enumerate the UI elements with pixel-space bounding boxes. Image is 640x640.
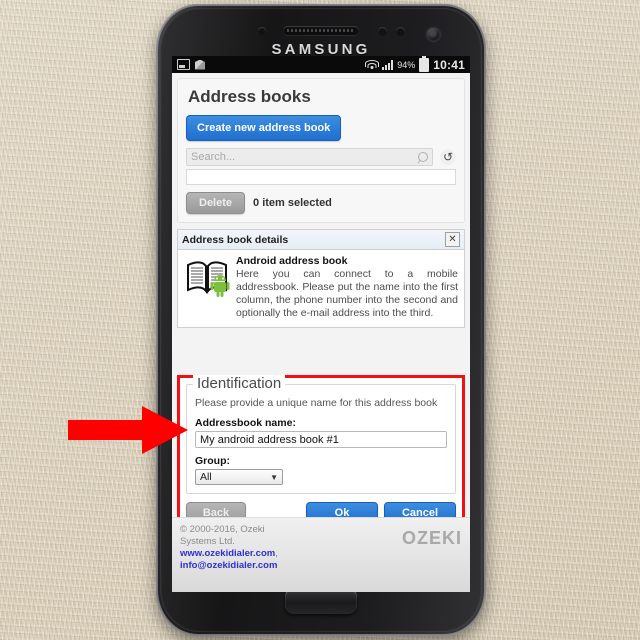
search-input[interactable]: Search... (186, 148, 433, 166)
wifi-icon (365, 59, 380, 70)
copyright-line-1: © 2000-2016, Ozeki (180, 524, 265, 535)
group-label: Group: (195, 455, 230, 468)
screenshot-icon (177, 59, 190, 70)
email-link[interactable]: info@ozekidialer.com (180, 560, 278, 572)
front-camera-icon (427, 28, 440, 41)
status-bar-system: 94% 10:41 (365, 56, 465, 72)
close-icon[interactable]: ✕ (445, 232, 460, 247)
search-row: Search... ↺ (186, 148, 456, 166)
identification-legend: Identification (193, 375, 286, 392)
details-description: Android address book Here you can connec… (236, 255, 458, 321)
address-book-details-panel: Address book details ✕ Android address b… (177, 229, 465, 328)
website-suffix: , (275, 548, 278, 560)
chevron-down-icon: ▼ (270, 472, 278, 482)
addressbook-name-input[interactable]: My android address book #1 (195, 431, 447, 449)
footer-text: © 2000-2016, Ozeki Systems Ltd. www.ozek… (180, 524, 278, 573)
led-indicator-icon (396, 27, 405, 36)
create-new-address-book-button[interactable]: Create new address book (186, 115, 342, 141)
status-bar: 94% 10:41 (172, 56, 470, 73)
details-item-text: Here you can connect to a mobile address… (236, 268, 458, 320)
copyright-line-2: Systems Ltd. (180, 536, 235, 548)
details-body: Android address book Here you can connec… (178, 250, 464, 327)
search-placeholder: Search... (191, 151, 236, 163)
proximity-sensor-icon (258, 27, 266, 35)
earpiece-speaker (283, 26, 359, 35)
search-icon (416, 150, 430, 164)
page-footer: © 2000-2016, Ozeki Systems Ltd. www.ozek… (172, 517, 470, 592)
details-header-title: Address book details (182, 233, 289, 246)
android-address-book-icon (184, 255, 230, 299)
screenshot-root: SAMSUNG 94% 10:41 Address books Create n… (0, 0, 640, 640)
identification-fieldset: Identification Please provide a unique n… (186, 375, 456, 495)
group-select-value: All (200, 471, 212, 484)
details-item-title: Android address book (236, 255, 348, 267)
delete-button[interactable]: Delete (186, 192, 246, 214)
ozeki-logo: OZEKI (401, 528, 462, 548)
page-title: Address books (188, 87, 311, 106)
app-page: Address books Create new address book Se… (172, 73, 470, 592)
samsung-phone: SAMSUNG 94% 10:41 Address books Create n… (156, 4, 486, 636)
clock-label: 10:41 (433, 57, 465, 72)
phone-screen: 94% 10:41 Address books Create new addre… (172, 56, 470, 592)
group-select[interactable]: All ▼ (195, 469, 283, 486)
website-link[interactable]: www.ozekidialer.com (180, 548, 275, 559)
battery-icon (419, 56, 430, 72)
package-icon (195, 59, 205, 70)
battery-percent-label: 94% (397, 59, 416, 70)
addressbook-name-label: Addressbook name: (195, 417, 296, 430)
refresh-icon[interactable]: ↺ (440, 149, 456, 165)
selection-status-label: 0 item selected (253, 197, 332, 209)
details-header: Address book details ✕ (178, 230, 464, 250)
identification-highlight-box: Identification Please provide a unique n… (177, 375, 465, 534)
light-sensor-icon (378, 27, 387, 36)
address-book-list[interactable] (186, 169, 456, 185)
signal-icon (382, 59, 394, 70)
action-row: Delete 0 item selected (186, 192, 456, 214)
red-arrow-annotation (68, 406, 188, 454)
address-books-panel: Address books Create new address book Se… (177, 78, 465, 223)
status-bar-notifications (177, 59, 205, 70)
identification-hint: Please provide a unique name for this ad… (195, 397, 438, 409)
